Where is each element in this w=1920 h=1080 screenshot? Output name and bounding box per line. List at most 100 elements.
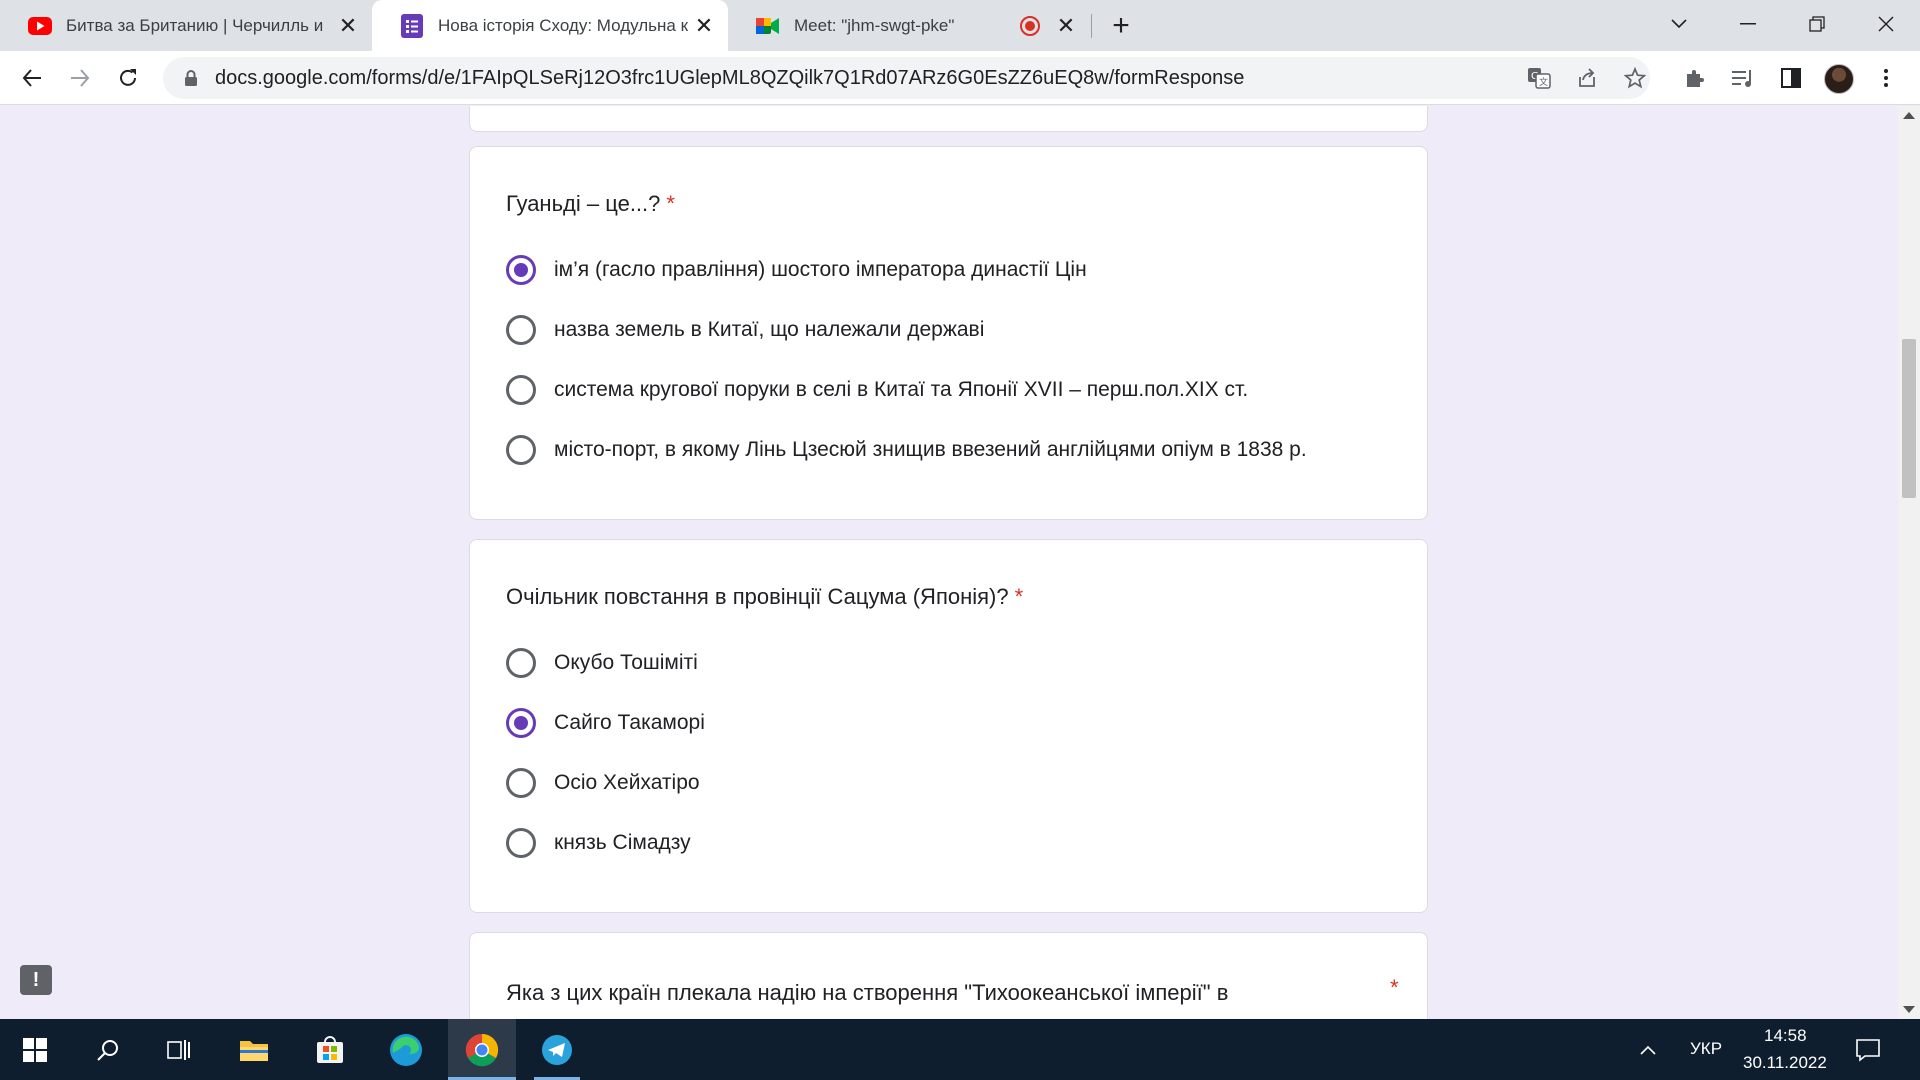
minimize-button[interactable] [1721, 4, 1775, 44]
media-control-icon[interactable] [1725, 60, 1761, 96]
close-tab-icon[interactable]: ✕ [1052, 12, 1080, 40]
telegram-icon [542, 1034, 572, 1065]
option-radio[interactable]: Осіо Хейхатіро [506, 766, 700, 800]
profile-avatar[interactable] [1824, 64, 1854, 94]
close-tab-icon[interactable]: ✕ [690, 12, 718, 40]
option-radio[interactable]: система кругової поруки в селі в Китаї т… [506, 373, 1248, 407]
google-meet-icon [756, 14, 780, 38]
tab-title: Битва за Британию | Черчилль и [66, 15, 324, 35]
tab-google-forms[interactable]: Нова історія Сходу: Модульна к ✕ [372, 0, 728, 51]
option-label: князь Сімадзу [554, 831, 691, 854]
reload-button[interactable] [110, 60, 146, 96]
question-title: Гуаньді – це...? * [506, 191, 675, 216]
telegram-button[interactable] [526, 1019, 588, 1080]
youtube-icon [28, 14, 52, 38]
question-title: Очільник повстання в провінції Сацума (Я… [506, 584, 1024, 609]
scroll-thumb[interactable] [1902, 339, 1916, 498]
feedback-button[interactable]: ! [20, 965, 52, 995]
option-label: система кругової поруки в селі в Китаї т… [554, 378, 1249, 401]
restore-button[interactable] [1790, 4, 1844, 44]
new-tab-button[interactable]: + [1103, 8, 1139, 44]
radio-button-checked[interactable] [506, 255, 536, 285]
radio-button[interactable] [506, 435, 536, 465]
recording-icon [1020, 15, 1040, 36]
task-view-button[interactable] [147, 1019, 211, 1080]
tab-divider [1091, 14, 1092, 38]
question-card: Яка з цих країн плекала надію на створен… [469, 932, 1428, 1019]
option-label: місто-порт, в якому Лінь Цзесюй знищив в… [554, 438, 1307, 461]
share-icon[interactable] [1569, 60, 1605, 96]
show-hidden-icons-button[interactable] [1626, 1019, 1670, 1080]
notification-center-button[interactable] [1838, 1019, 1898, 1080]
option-label: Осіо Хейхатіро [554, 771, 700, 794]
scroll-up-icon[interactable] [1903, 112, 1915, 119]
previous-question-card [469, 106, 1428, 132]
required-asterisk: * [1390, 975, 1399, 1000]
back-button[interactable] [14, 60, 50, 96]
start-icon [23, 1037, 47, 1062]
tab-strip: Битва за Британию | Черчилль и ✕ Нова іс… [0, 0, 1920, 51]
clock-date[interactable]: 30.11.2022 [1743, 1053, 1827, 1073]
radio-button-checked[interactable] [506, 708, 536, 738]
file-explorer-icon [240, 1040, 268, 1061]
address-bar[interactable]: docs.google.com/forms/d/e/1FAIpQLSeRj12O… [163, 57, 1650, 99]
chrome-button[interactable] [448, 1019, 516, 1080]
option-label: Окубо Тошіміті [554, 651, 698, 674]
edge-icon [390, 1033, 422, 1066]
question-card: Очільник повстання в провінції Сацума (Я… [469, 539, 1428, 913]
option-radio[interactable]: ім’я (гасло правління) шостого імператор… [506, 253, 1087, 287]
tab-title: Нова історія Сходу: Модульна к [438, 15, 689, 35]
search-button[interactable] [76, 1019, 140, 1080]
page-scrollbar[interactable] [1898, 106, 1920, 1019]
radio-button[interactable] [506, 375, 536, 405]
tab-google-meet[interactable]: Meet: "jhm-swgt-pke" ✕ [728, 0, 1090, 51]
question-title: Яка з цих країн плекала надію на створен… [506, 980, 1229, 1019]
option-radio[interactable]: місто-порт, в якому Лінь Цзесюй знищив в… [506, 433, 1307, 467]
option-radio[interactable]: назва земель в Китаї, що належали держав… [506, 313, 984, 347]
edge-button[interactable] [374, 1019, 438, 1080]
option-label: ім’я (гасло правління) шостого імператор… [554, 258, 1087, 281]
scroll-down-icon[interactable] [1903, 1006, 1915, 1013]
bookmark-star-icon[interactable] [1617, 60, 1653, 96]
forward-button[interactable] [62, 60, 98, 96]
tab-search-chevron-icon[interactable] [1652, 4, 1706, 44]
windows-taskbar: УКР 14:58 30.11.2022 [0, 1019, 1920, 1080]
option-radio[interactable]: князь Сімадзу [506, 826, 691, 860]
task-view-icon [167, 1039, 190, 1060]
search-icon [97, 1039, 118, 1061]
option-radio[interactable]: Окубо Тошіміті [506, 646, 698, 680]
extensions-icon[interactable] [1677, 60, 1713, 96]
close-tab-icon[interactable]: ✕ [334, 12, 362, 40]
required-asterisk: * [666, 191, 675, 216]
radio-button[interactable] [506, 648, 536, 678]
option-label: Сайго Такаморі [554, 711, 705, 734]
radio-button[interactable] [506, 828, 536, 858]
option-radio[interactable]: Сайго Такаморі [506, 706, 705, 740]
url-text: docs.google.com/forms/d/e/1FAIpQLSeRj12O… [215, 66, 1245, 89]
notification-icon [1856, 1038, 1880, 1062]
chevron-up-icon [1640, 1045, 1656, 1055]
tab-youtube[interactable]: Битва за Британию | Черчилль и ✕ [0, 0, 372, 51]
chrome-icon [465, 1033, 499, 1066]
radio-button[interactable] [506, 315, 536, 345]
svg-text:文: 文 [1539, 76, 1548, 88]
radio-button[interactable] [506, 768, 536, 798]
microsoft-store-button[interactable] [298, 1019, 362, 1080]
start-button[interactable] [3, 1019, 67, 1080]
more-menu-icon[interactable] [1868, 60, 1904, 96]
translate-icon[interactable]: G文 [1521, 60, 1557, 96]
browser-toolbar: docs.google.com/forms/d/e/1FAIpQLSeRj12O… [0, 51, 1920, 105]
microsoft-store-icon [317, 1035, 343, 1063]
form-page: Гуаньді – це...? * ім’я (гасло правління)… [0, 106, 1898, 1019]
clock-time[interactable]: 14:58 [1764, 1026, 1807, 1046]
close-window-button[interactable] [1859, 4, 1913, 44]
feedback-icon: ! [32, 968, 40, 991]
lock-icon[interactable] [181, 69, 201, 87]
required-asterisk: * [1014, 584, 1024, 609]
side-panel-icon[interactable] [1773, 60, 1809, 96]
google-forms-icon [400, 13, 424, 38]
option-label: назва земель в Китаї, що належали держав… [554, 318, 985, 341]
input-language-indicator[interactable]: УКР [1690, 1039, 1722, 1059]
question-card: Гуаньді – це...? * ім’я (гасло правління)… [469, 146, 1428, 520]
file-explorer-button[interactable] [222, 1019, 286, 1080]
